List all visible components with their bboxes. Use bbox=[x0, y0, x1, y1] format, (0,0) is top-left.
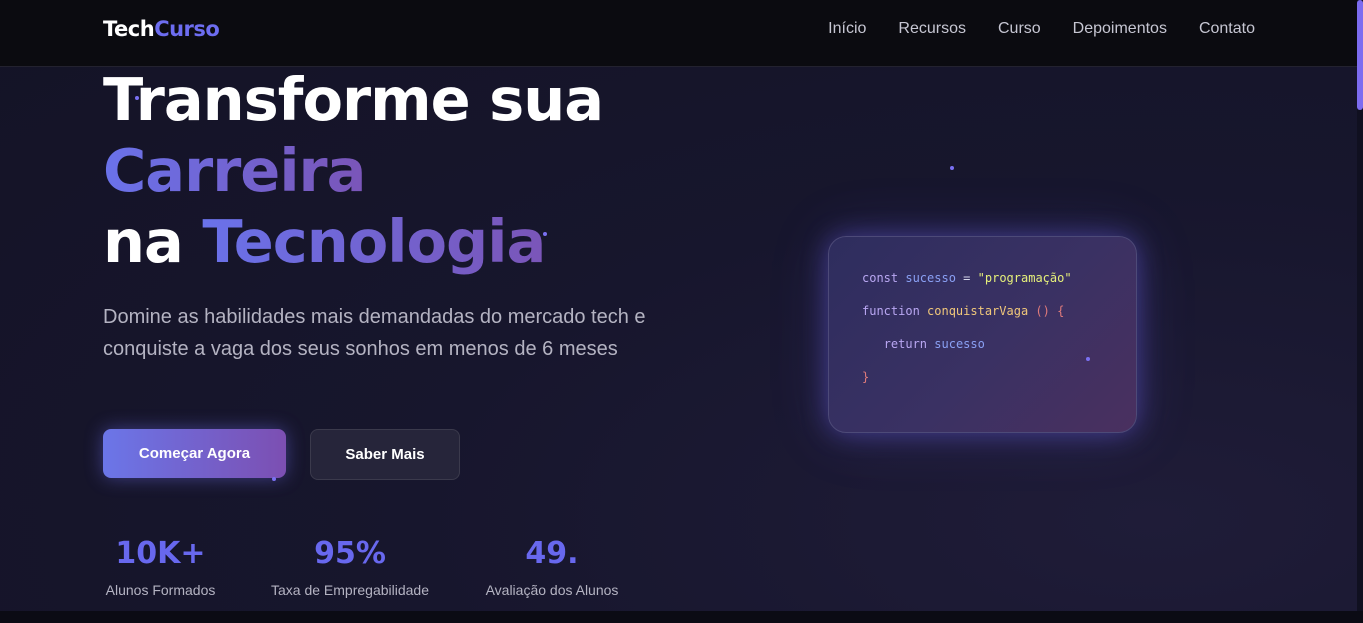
stat-value: 10K+ bbox=[115, 536, 206, 571]
code-function-name: conquistarVaga bbox=[927, 304, 1029, 318]
code-line-2: function conquistarVaga () { bbox=[862, 304, 1136, 337]
stat-value: 95% bbox=[314, 536, 386, 571]
main-nav: Início Recursos Curso Depoimentos Contat… bbox=[828, 20, 1255, 38]
code-keyword: return bbox=[883, 337, 928, 351]
logo-text-curso: Curso bbox=[154, 17, 220, 41]
decorative-dot bbox=[950, 166, 954, 170]
scrollbar-thumb[interactable] bbox=[1357, 0, 1363, 110]
stat-label: Alunos Formados bbox=[105, 582, 216, 598]
code-line-3: return sucesso bbox=[862, 337, 1136, 370]
decorative-dot bbox=[543, 232, 547, 236]
logo-text-tech: Tech bbox=[103, 17, 155, 41]
nav-link-curso[interactable]: Curso bbox=[998, 20, 1041, 38]
hero-title: Transforme sua Carreira na Tecnologia bbox=[103, 64, 604, 277]
stat-label: Avaliação dos Alunos bbox=[485, 582, 619, 598]
nav-link-depoimentos[interactable]: Depoimentos bbox=[1073, 20, 1167, 38]
stat-label: Taxa de Empregabilidade bbox=[271, 582, 429, 598]
code-punctuation: } bbox=[862, 370, 870, 384]
code-operator: = bbox=[963, 271, 971, 285]
nav-link-recursos[interactable]: Recursos bbox=[898, 20, 966, 38]
stat-value: 49. bbox=[525, 536, 579, 571]
logo[interactable]: TechCurso bbox=[103, 17, 220, 41]
bottom-strip bbox=[0, 611, 1363, 623]
decorative-dot bbox=[272, 477, 276, 481]
nav-link-inicio[interactable]: Início bbox=[828, 20, 866, 38]
hero-subtitle: Domine as habilidades mais demandadas do… bbox=[103, 306, 646, 360]
nav-link-contato[interactable]: Contato bbox=[1199, 20, 1255, 38]
code-string: "programação" bbox=[977, 271, 1072, 285]
hero-title-line-1: Transforme sua bbox=[103, 65, 604, 134]
comecar-agora-button[interactable]: Começar Agora bbox=[103, 429, 286, 478]
code-line-4: } bbox=[862, 370, 1136, 403]
decorative-dot bbox=[135, 96, 139, 100]
hero-title-highlight-tecnologia: Tecnologia bbox=[202, 207, 546, 276]
code-variable: sucesso bbox=[934, 337, 985, 351]
decorative-dot bbox=[1086, 357, 1090, 361]
code-variable: sucesso bbox=[905, 271, 956, 285]
code-keyword: const bbox=[862, 271, 899, 285]
stat-avaliacao-alunos: 49. Avaliação dos Alunos bbox=[480, 536, 624, 598]
hero-title-highlight-carreira: Carreira bbox=[103, 136, 366, 205]
stat-taxa-empregabilidade: 95% Taxa de Empregabilidade bbox=[266, 536, 434, 598]
code-punctuation: () { bbox=[1035, 304, 1065, 318]
stat-alunos-formados: 10K+ Alunos Formados bbox=[103, 536, 218, 598]
code-line-1: const sucesso = "programação" bbox=[862, 271, 1136, 304]
code-keyword: function bbox=[862, 304, 920, 318]
saber-mais-button[interactable]: Saber Mais bbox=[310, 429, 460, 480]
hero-title-prefix-na: na bbox=[103, 207, 203, 276]
code-snippet-card: const sucesso = "programação" function c… bbox=[828, 236, 1137, 433]
navbar: TechCurso Início Recursos Curso Depoimen… bbox=[0, 0, 1357, 67]
